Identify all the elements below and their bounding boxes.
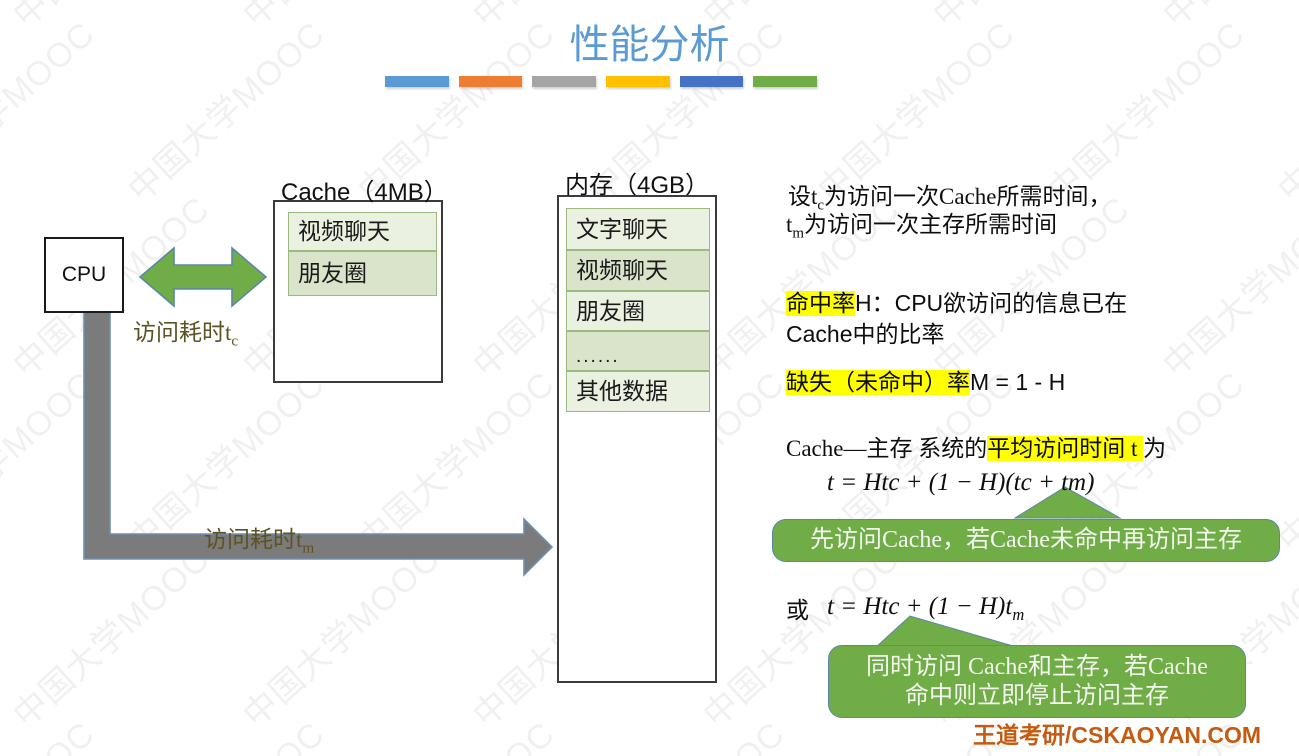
accent-bar-2 <box>458 76 523 87</box>
miss-rate-highlight: 缺失（未命中）率 <box>786 370 970 395</box>
memory-row: 其他数据 <box>566 371 710 412</box>
callout-one: 先访问Cache，若Cache未命中再访问主存 <box>772 519 1280 562</box>
accent-bar-4 <box>606 76 670 87</box>
watermark-text: 中国大学MOOC <box>115 708 333 756</box>
memory-row: 视频聊天 <box>566 250 710 291</box>
hit-rate-line-2: Cache中的比率 <box>786 321 945 347</box>
callout-two-line-1: 同时访问 Cache和主存，若Cache <box>866 653 1208 680</box>
watermark-text: 中国大学MOOC <box>0 364 103 560</box>
memory-row: ...... <box>566 331 710 371</box>
cache-box-label: Cache（4MB） <box>281 179 448 206</box>
watermark-text: 中国大学MOOC <box>345 708 563 756</box>
watermark-text: 中国大学MOOC <box>351 364 563 560</box>
cpu-box: CPU <box>44 237 124 313</box>
definition-line-2: tm为访问一次主存所需时间 <box>786 212 1058 242</box>
slide-canvas: 中国大学MOOC 中国大学MOOC 中国大学MOOC 中国大学MOOC 中国大学MOOC… <box>0 0 1299 756</box>
average-time-highlight: 平均访问时间 t <box>987 436 1144 461</box>
formula-two: t = Htc + (1 − H)tm <box>827 593 1025 624</box>
miss-rate-line: 缺失（未命中）率M = 1 - H <box>786 369 1066 395</box>
cache-access-time-label: 访问耗时tc <box>133 320 239 350</box>
page-title: 性能分析 <box>569 23 730 67</box>
hit-rate-highlight: 命中率 <box>786 291 855 316</box>
callout-two-line-2: 命中则立即停止访问主存 <box>905 682 1169 709</box>
memory-access-time-label: 访问耗时tm <box>204 527 315 557</box>
formula-one: t = Htc + (1 − H)(tc + tm) <box>827 469 1095 496</box>
title-accent-bars <box>385 76 818 87</box>
watermark-text: 中国大学MOOC <box>575 708 793 756</box>
watermark-text: 中国大学MOOC <box>1265 708 1299 756</box>
footer-branding: 王道考研/CSKAOYAN.COM <box>973 722 1261 748</box>
watermark-text: 中国大学MOOC <box>236 539 448 735</box>
or-label: 或 <box>786 598 809 623</box>
watermark-text: 中国大学MOOC <box>6 539 218 735</box>
cache-access-arrow <box>138 246 268 308</box>
memory-row: 文字聊天 <box>566 208 710 250</box>
accent-bar-5 <box>679 76 744 87</box>
memory-row: 朋友圈 <box>566 291 710 331</box>
cache-row: 视频聊天 <box>288 212 437 251</box>
cache-row: 朋友圈 <box>288 251 437 296</box>
watermark-text: 中国大学MOOC <box>1156 189 1299 385</box>
accent-bar-1 <box>385 76 449 87</box>
hit-rate-line-1: 命中率H：CPU欲访问的信息已在 <box>786 290 1128 316</box>
average-time-line: Cache—主存 系统的平均访问时间 t 为 <box>786 436 1167 461</box>
watermark-text: 中国大学MOOC <box>0 708 103 756</box>
accent-bar-6 <box>753 76 818 87</box>
callout-two: 同时访问 Cache和主存，若Cache 命中则立即停止访问主存 <box>828 645 1246 718</box>
memory-box-label: 内存（4GB） <box>565 172 710 199</box>
accent-bar-3 <box>532 76 597 87</box>
